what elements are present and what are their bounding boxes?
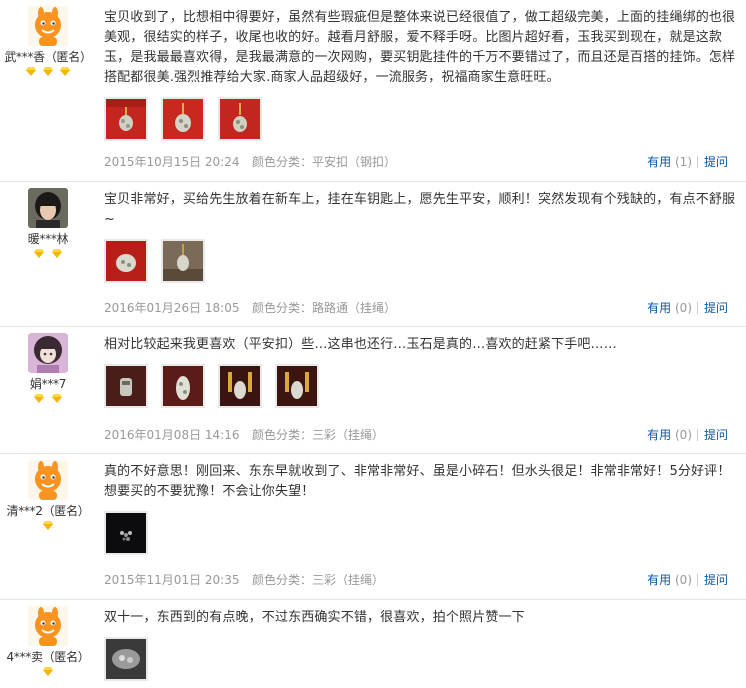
review-text: 宝贝非常好，买给先生放着在新车上，挂在车钥匙上，愿先生平安，顺利！突然发现有个残… [104,192,736,227]
diamond-icon [51,394,62,403]
avatar[interactable] [28,460,68,500]
mascot-icon [28,606,68,646]
ask-button[interactable]: 提问 [704,426,728,444]
reviewer-info: 暖***林 [0,188,96,261]
diamond-icon [43,667,53,676]
product-variant: 颜色分类：三彩（挂绳） [252,428,385,442]
reviewer-name: 4***卖（匿名） [6,650,90,664]
diamond-icon [43,521,53,530]
review-photos [104,97,742,145]
reputation-badges [0,67,96,79]
divider [697,574,698,586]
review-photos [104,364,742,412]
review-content: 真的不好意思！刚回来、东东早就收到了、非常非常好、虽是小碎石！但水头很足！非常非… [104,462,742,559]
review-photo[interactable] [218,97,263,141]
avatar[interactable] [28,6,68,46]
reviewer-info: 4***卖（匿名） [0,606,96,679]
review-text: 宝贝收到了，比想相中得要好，虽然有些瑕疵但是整体来说已经很值了，做工超级完美，上… [104,10,736,85]
review-item: 清***2（匿名） 真的不好意思！刚回来、东东早就收到了、非常非常好、虽是小碎石… [0,454,746,600]
reviewer-name: 清***2（匿名） [6,504,90,518]
product-variant: 颜色分类：路路通（挂绳） [252,301,397,315]
review-date: 2015年10月15日 20:24 [104,155,240,169]
useful-button[interactable]: 有用 (0) [647,571,692,589]
useful-count: (0) [675,301,692,315]
reviewer-name: 暖***林 [27,232,69,246]
review-meta: 2016年01月08日 14:16 颜色分类：三彩（挂绳） 有用 (0) 提问 [104,426,746,444]
review-photo[interactable] [218,364,263,408]
diamond-icon [43,67,53,76]
review-item: 暖***林 宝贝非常好，买给先生放着在新车上，挂在车钥匙上，愿先生平安，顺利！突… [0,182,746,327]
reviewer-info: 清***2（匿名） [0,460,96,533]
review-photo[interactable] [161,239,206,283]
reviewer-info: 武***香（匿名） [0,6,96,79]
review-meta: 2015年11月01日 20:35 颜色分类：三彩（挂绳） 有用 (0) 提问 [104,571,746,589]
useful-button[interactable]: 有用 (0) [647,299,692,317]
mascot-icon [28,460,68,500]
useful-label: 有用 [647,573,672,587]
diamond-icon [34,394,45,403]
avatar[interactable] [28,188,68,228]
review-content: 宝贝收到了，比想相中得要好，虽然有些瑕疵但是整体来说已经很值了，做工超级完美，上… [104,8,742,145]
review-date: 2016年01月26日 18:05 [104,301,240,315]
review-photo[interactable] [161,97,206,141]
review-photos [104,239,742,287]
girl-avatar-icon [28,188,68,228]
product-variant: 颜色分类：三彩（挂绳） [252,573,385,587]
divider [697,302,698,314]
review-meta: 2016年01月26日 18:05 颜色分类：路路通（挂绳） 有用 (0) 提问 [104,299,746,317]
review-item: 娟***7 相对比较起来我更喜欢（平安扣）些…这串也还行…玉石是真的…喜欢的赶紧… [0,327,746,454]
review-photo[interactable] [275,364,320,408]
reputation-badges [0,249,96,261]
review-content: 相对比较起来我更喜欢（平安扣）些…这串也还行…玉石是真的…喜欢的赶紧下手吧…… [104,335,742,412]
diamond-icon [34,249,45,258]
reputation-badges [0,521,96,533]
ask-button[interactable]: 提问 [704,571,728,589]
review-photo[interactable] [104,364,148,408]
ask-button[interactable]: 提问 [704,299,728,317]
review-photo[interactable] [104,637,148,681]
divider [697,429,698,441]
review-date: 2015年11月01日 20:35 [104,573,240,587]
review-date: 2016年01月08日 14:16 [104,428,240,442]
mascot-icon [28,6,68,46]
review-content: 宝贝非常好，买给先生放着在新车上，挂在车钥匙上，愿先生平安，顺利！突然发现有个残… [104,190,742,287]
reviewer-info: 娟***7 [0,333,96,406]
useful-label: 有用 [647,155,672,169]
useful-button[interactable]: 有用 (0) [647,426,692,444]
review-item: 武***香（匿名） 宝贝收到了，比想相中得要好，虽然有些瑕疵但是整体来说已经很值… [0,0,746,182]
review-photos [104,637,742,685]
review-text: 相对比较起来我更喜欢（平安扣）些…这串也还行…玉石是真的…喜欢的赶紧下手吧…… [104,337,617,352]
review-photo[interactable] [104,97,148,141]
useful-label: 有用 [647,301,672,315]
review-meta: 2015年10月15日 20:24 颜色分类：平安扣（钢扣） 有用 (1) 提问 [104,153,746,171]
review-item: 4***卖（匿名） 双十一，东西到的有点晚，不过东西确实不错，很喜欢，拍个照片赞… [0,600,746,688]
useful-count: (0) [675,428,692,442]
ask-button[interactable]: 提问 [704,153,728,171]
reputation-badges [0,667,96,679]
avatar[interactable] [28,606,68,646]
review-text: 真的不好意思！刚回来、东东早就收到了、非常非常好、虽是小碎石！但水头很足！非常非… [104,464,731,499]
useful-count: (1) [675,155,692,169]
diamond-icon [25,67,36,76]
anime-girl-avatar-icon [28,333,68,373]
review-photo[interactable] [161,364,206,408]
useful-button[interactable]: 有用 (1) [647,153,692,171]
reputation-badges [0,394,96,406]
review-photos [104,511,742,559]
divider [697,156,698,168]
review-text: 双十一，东西到的有点晚，不过东西确实不错，很喜欢，拍个照片赞一下 [104,610,525,625]
review-content: 双十一，东西到的有点晚，不过东西确实不错，很喜欢，拍个照片赞一下 [104,608,742,685]
avatar[interactable] [28,333,68,373]
review-photo[interactable] [104,511,148,555]
diamond-icon [51,249,62,258]
reviewer-name: 武***香（匿名） [4,50,92,64]
review-photo[interactable] [104,239,148,283]
diamond-icon [60,67,71,76]
useful-count: (0) [675,573,692,587]
useful-label: 有用 [647,428,672,442]
reviewer-name: 娟***7 [29,377,67,391]
product-variant: 颜色分类：平安扣（钢扣） [252,155,397,169]
